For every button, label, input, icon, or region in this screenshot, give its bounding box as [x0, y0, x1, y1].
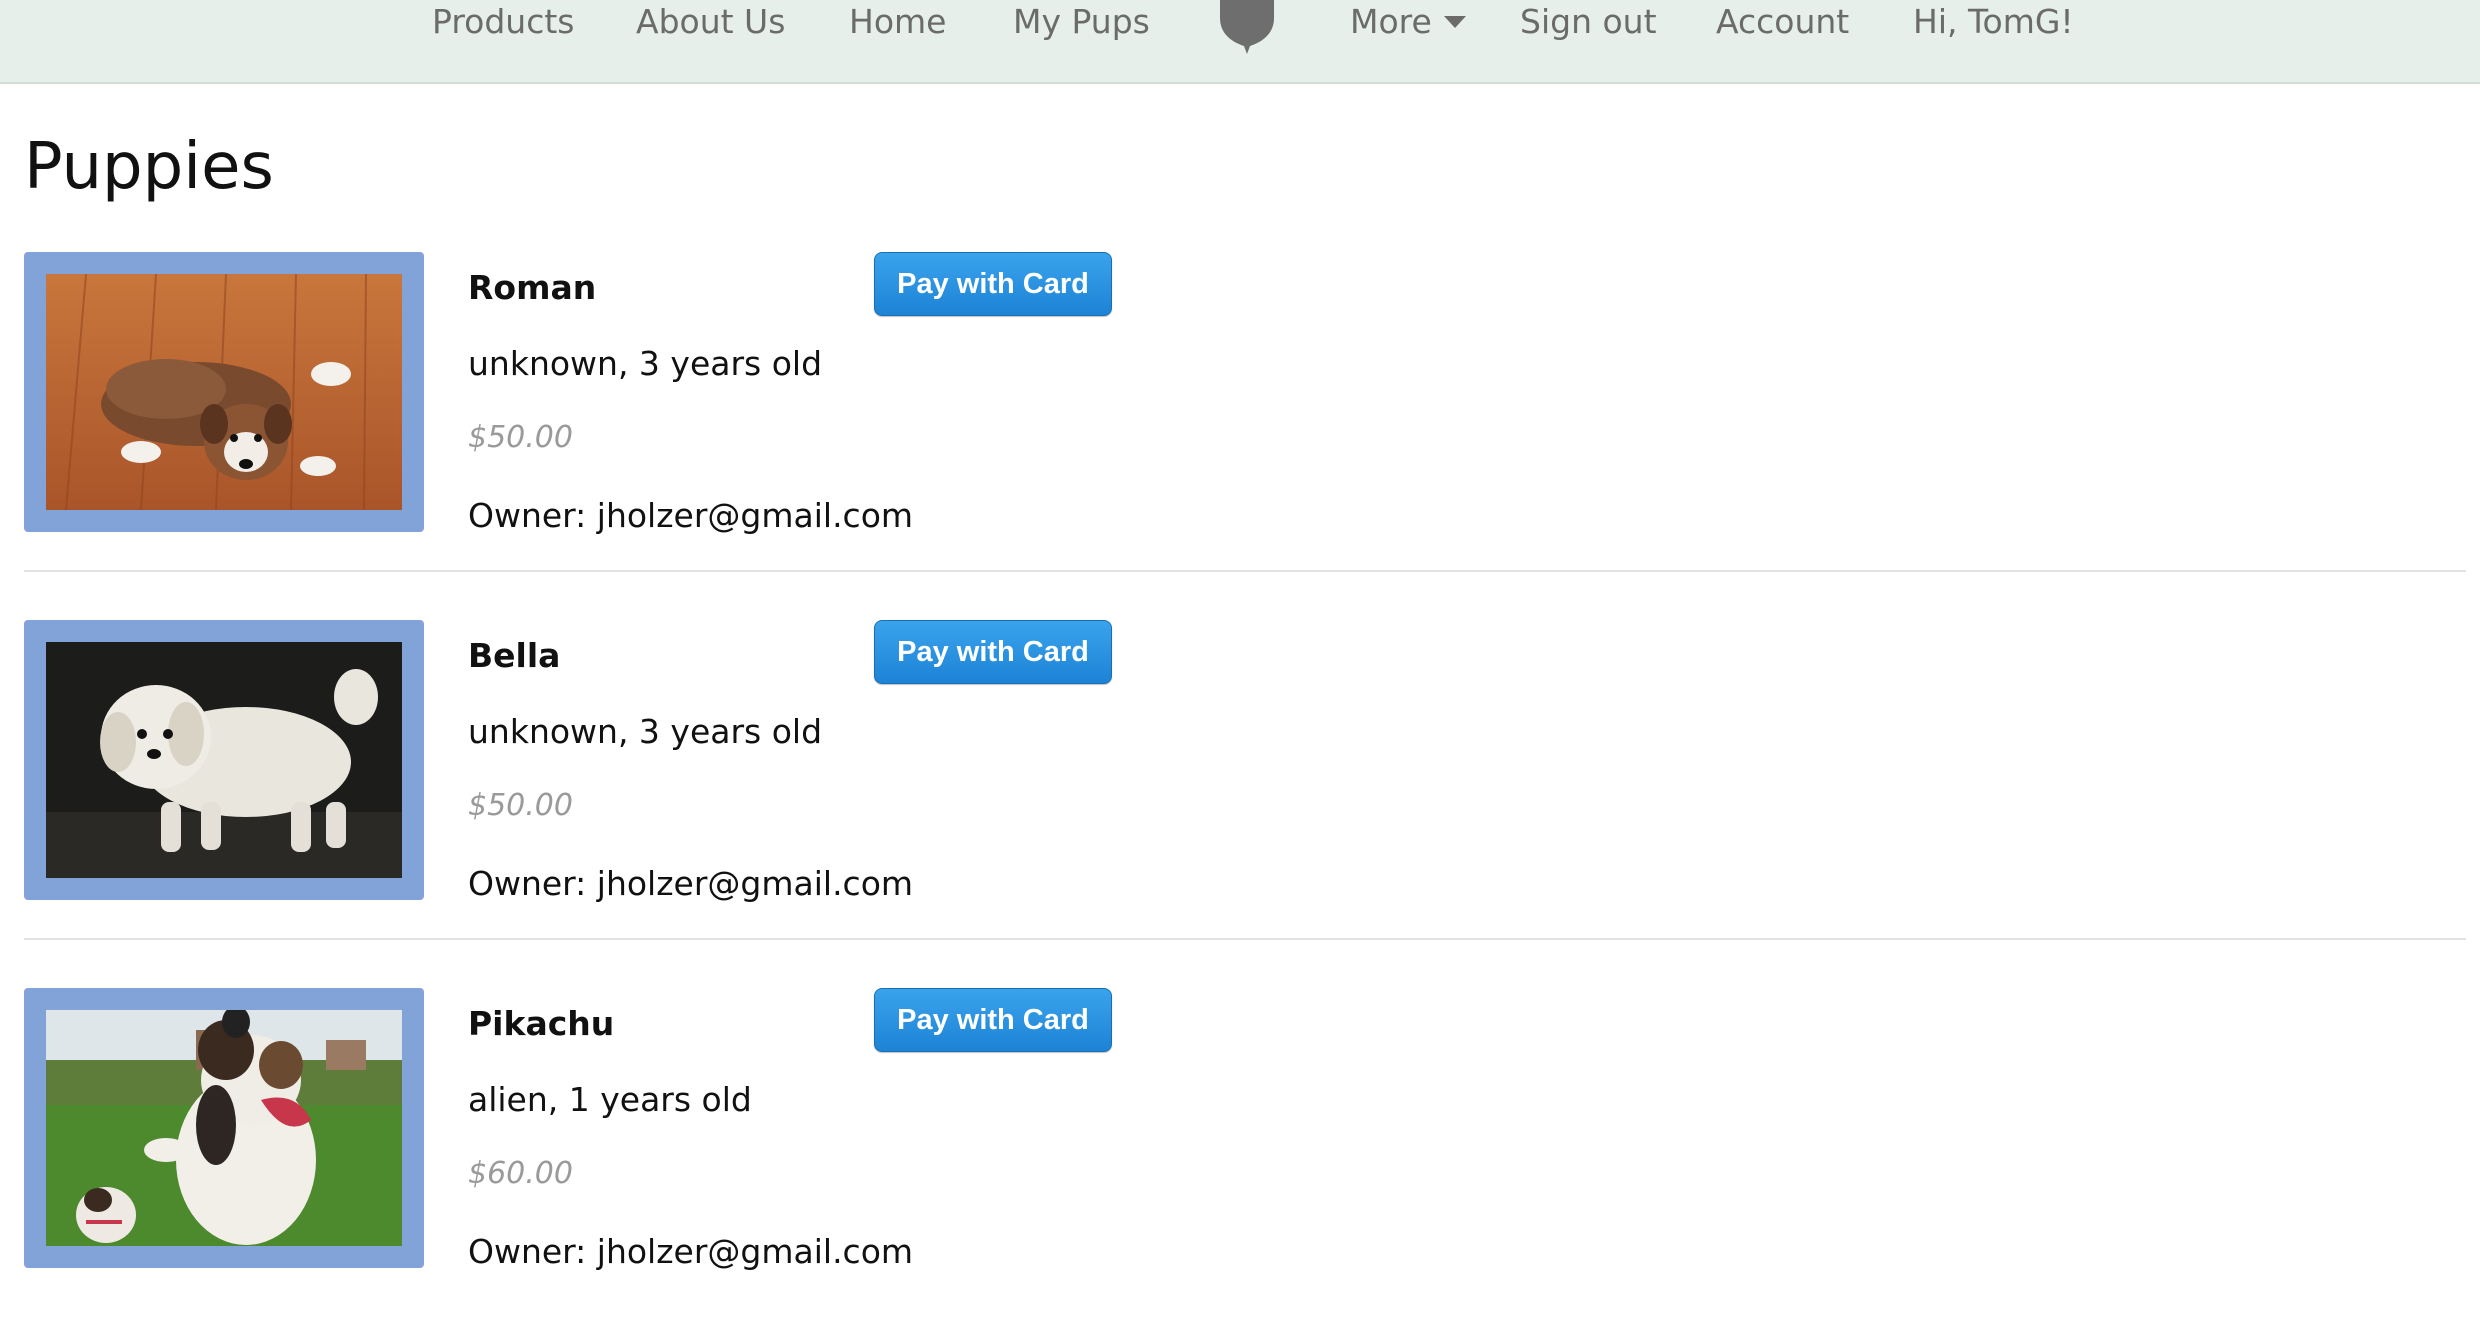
nav-my-pups[interactable]: My Pups [1013, 0, 1150, 44]
pup-photo [46, 274, 402, 510]
nav-products[interactable]: Products [432, 0, 575, 44]
pup-name: Bella [468, 636, 561, 675]
pup-photo-frame [24, 620, 424, 900]
nav-home[interactable]: Home [849, 0, 946, 44]
pup-owner: Owner: jholzer@gmail.com [468, 864, 914, 903]
nav-more-dropdown[interactable]: More [1350, 0, 1466, 44]
shield-logo-icon[interactable] [1216, 0, 1278, 56]
pup-owner: Owner: jholzer@gmail.com [468, 496, 914, 535]
pay-with-card-button[interactable]: Pay with Card [874, 252, 1112, 316]
pup-breed-age: unknown, 3 years old [468, 712, 823, 751]
pup-price: $50.00 [468, 788, 573, 823]
pup-name: Roman [468, 268, 597, 307]
pay-with-card-button[interactable]: Pay with Card [874, 988, 1112, 1052]
caret-down-icon [1443, 15, 1466, 28]
row-divider [24, 938, 2466, 940]
page-title: Puppies [24, 130, 274, 204]
pup-photo [46, 642, 402, 878]
pup-photo-frame [24, 252, 424, 532]
nav-greeting[interactable]: Hi, TomG! [1913, 0, 2074, 44]
pup-breed-age: unknown, 3 years old [468, 344, 823, 383]
pup-owner: Owner: jholzer@gmail.com [468, 1232, 914, 1271]
top-navbar: Products About Us Home My Pups More Sign… [0, 0, 2480, 84]
pup-list-item: Bella unknown, 3 years old $50.00 Owner:… [24, 620, 2466, 960]
pup-photo-frame [24, 988, 424, 1268]
nav-more-label: More [1350, 2, 1432, 41]
nav-account[interactable]: Account [1716, 0, 1849, 44]
nav-sign-out[interactable]: Sign out [1520, 0, 1657, 44]
row-divider [24, 570, 2466, 572]
pup-name: Pikachu [468, 1004, 615, 1043]
pup-list-item: Roman unknown, 3 years old $50.00 Owner:… [24, 252, 2466, 592]
pup-price: $60.00 [468, 1156, 573, 1191]
pup-price: $50.00 [468, 420, 573, 455]
pup-photo [46, 1010, 402, 1246]
pup-list-item: Pikachu alien, 1 years old $60.00 Owner:… [24, 988, 2466, 1328]
pay-with-card-button[interactable]: Pay with Card [874, 620, 1112, 684]
pup-breed-age: alien, 1 years old [468, 1080, 752, 1119]
nav-about-us[interactable]: About Us [636, 0, 785, 44]
